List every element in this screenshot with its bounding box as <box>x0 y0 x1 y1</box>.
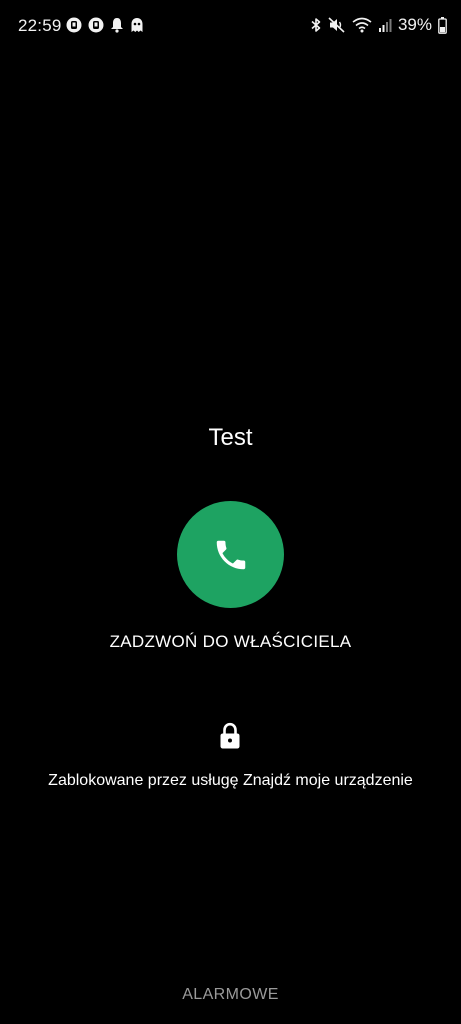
wifi-icon <box>352 17 372 33</box>
emergency-call-button[interactable]: ALARMOWE <box>0 986 461 1004</box>
locked-message: Zablokowane przez usługę Znajdź moje urz… <box>48 772 413 789</box>
mute-icon <box>328 17 346 33</box>
phone-icon <box>212 536 250 574</box>
signal-icon <box>378 17 392 33</box>
bluetooth-icon <box>310 17 322 33</box>
status-system-icons: 39% <box>310 15 447 35</box>
owner-name: Test <box>208 424 253 451</box>
lock-icon <box>219 722 241 750</box>
ghost-icon <box>130 17 144 33</box>
battery-percent: 39% <box>397 15 432 34</box>
notification-bell-icon <box>110 17 124 33</box>
notification-app-icon <box>88 17 104 33</box>
notification-app-icon <box>66 17 82 33</box>
call-owner-label: ZADZWOŃ DO WŁAŚCICIELA <box>109 632 352 651</box>
call-owner-button[interactable] <box>177 501 284 608</box>
status-bar: 22:59 39% <box>0 0 461 52</box>
battery-icon <box>438 16 447 34</box>
status-time: 22:59 <box>18 16 62 35</box>
status-notification-icons <box>66 17 144 33</box>
